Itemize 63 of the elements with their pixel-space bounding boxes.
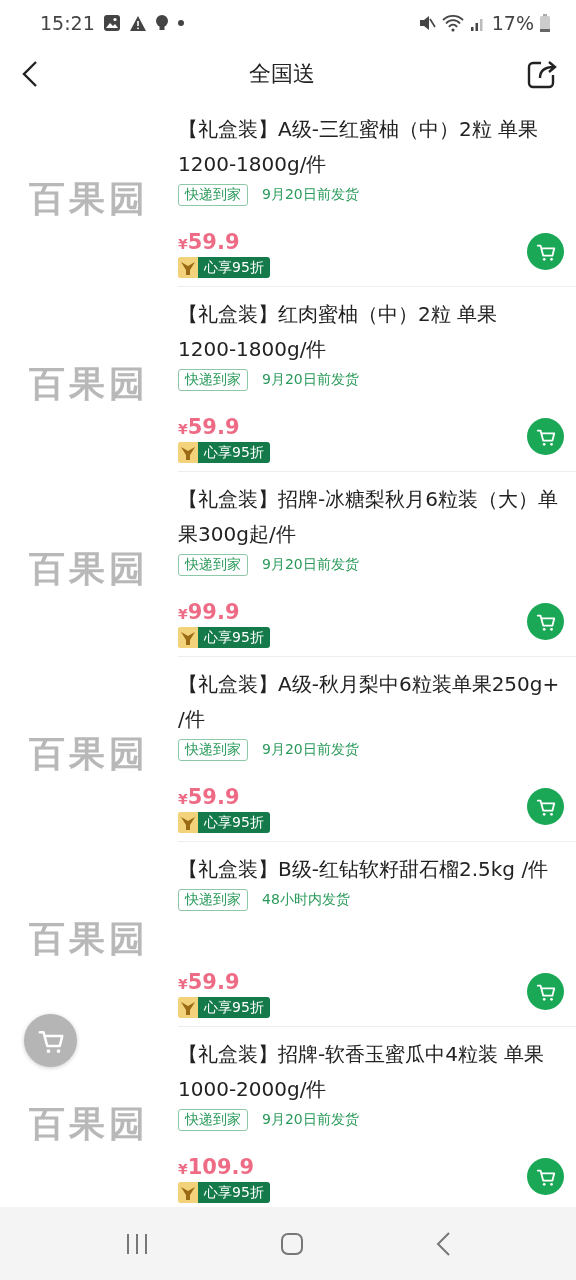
product-price: ¥99.9: [178, 600, 241, 626]
image-placeholder-logo: 百果园: [29, 177, 149, 221]
product-price: ¥59.9: [178, 230, 241, 256]
delivery-tag: 快递到家: [178, 739, 248, 761]
member-logo-icon: [178, 442, 198, 463]
product-title[interactable]: 【礼盒装】招牌-冰糖梨秋月6粒装（大）单果300g起/件: [178, 482, 564, 552]
shipping-time: 9月20日前发货: [262, 186, 359, 204]
floating-cart-button[interactable]: [24, 1014, 77, 1067]
home-icon[interactable]: [280, 1231, 304, 1256]
delivery-tag: 快递到家: [178, 554, 248, 576]
status-time: 15:21: [40, 12, 95, 34]
product-title[interactable]: 【礼盒装】招牌-软香玉蜜瓜中4粒装 单果1000-2000g/件: [178, 1037, 564, 1107]
shipping-time: 9月20日前发货: [262, 371, 359, 389]
share-icon[interactable]: [526, 58, 558, 90]
recent-apps-icon[interactable]: [125, 1232, 150, 1255]
product-title[interactable]: 【礼盒装】红肉蜜柚（中）2粒 单果1200-1800g/件: [178, 297, 564, 367]
product-price: ¥59.9: [178, 970, 241, 996]
image-placeholder-logo: 百果园: [29, 1102, 149, 1146]
bulb-icon: [154, 14, 169, 32]
product-title[interactable]: 【礼盒装】B级-红钻软籽甜石榴2.5kg /件: [178, 852, 564, 887]
wifi-icon: [441, 14, 464, 32]
member-discount-badge: 心享95折: [198, 442, 270, 463]
add-to-cart-button[interactable]: [527, 603, 564, 640]
member-discount-badge: 心享95折: [198, 997, 270, 1018]
member-logo-icon: [178, 812, 198, 833]
member-logo-icon: [178, 997, 198, 1018]
product-price: ¥109.9: [178, 1155, 256, 1181]
image-placeholder-logo: 百果园: [29, 732, 149, 776]
image-placeholder-logo: 百果园: [29, 547, 149, 591]
back-icon[interactable]: [22, 60, 38, 88]
product-price: ¥59.9: [178, 415, 241, 441]
battery-percent: 17%: [491, 12, 534, 34]
shipping-time: 9月20日前发货: [262, 741, 359, 759]
add-to-cart-button[interactable]: [527, 418, 564, 455]
member-discount-badge: 心享95折: [198, 1182, 270, 1203]
delivery-tag: 快递到家: [178, 889, 248, 911]
delivery-tag: 快递到家: [178, 1109, 248, 1131]
image-icon: [102, 14, 121, 32]
delivery-tag: 快递到家: [178, 184, 248, 206]
shipping-time: 9月20日前发货: [262, 556, 359, 574]
product-price: ¥59.9: [178, 785, 241, 811]
add-to-cart-button[interactable]: [527, 1158, 564, 1195]
shipping-time: 9月20日前发货: [262, 1111, 359, 1129]
page-title: 全国送: [249, 60, 315, 88]
member-discount-badge: 心享95折: [198, 627, 270, 648]
add-to-cart-button[interactable]: [527, 233, 564, 270]
delivery-tag: 快递到家: [178, 369, 248, 391]
product-title[interactable]: 【礼盒装】A级-三红蜜柚（中）2粒 单果1200-1800g/件: [178, 112, 564, 182]
mute-icon: [417, 14, 436, 32]
shipping-time: 48小时内发货: [262, 891, 350, 909]
member-discount-badge: 心享95折: [198, 257, 270, 278]
member-discount-badge: 心享95折: [198, 812, 270, 833]
image-placeholder-logo: 百果园: [29, 917, 149, 961]
add-to-cart-button[interactable]: [527, 788, 564, 825]
add-to-cart-button[interactable]: [527, 973, 564, 1010]
battery-icon: [540, 14, 550, 32]
dot-icon: [176, 19, 185, 27]
product-title[interactable]: 【礼盒装】A级-秋月梨中6粒装单果250g+ /件: [178, 667, 564, 737]
member-logo-icon: [178, 257, 198, 278]
member-logo-icon: [178, 627, 198, 648]
member-logo-icon: [178, 1182, 198, 1203]
image-placeholder-logo: 百果园: [29, 362, 149, 406]
warning-icon: [128, 14, 147, 32]
